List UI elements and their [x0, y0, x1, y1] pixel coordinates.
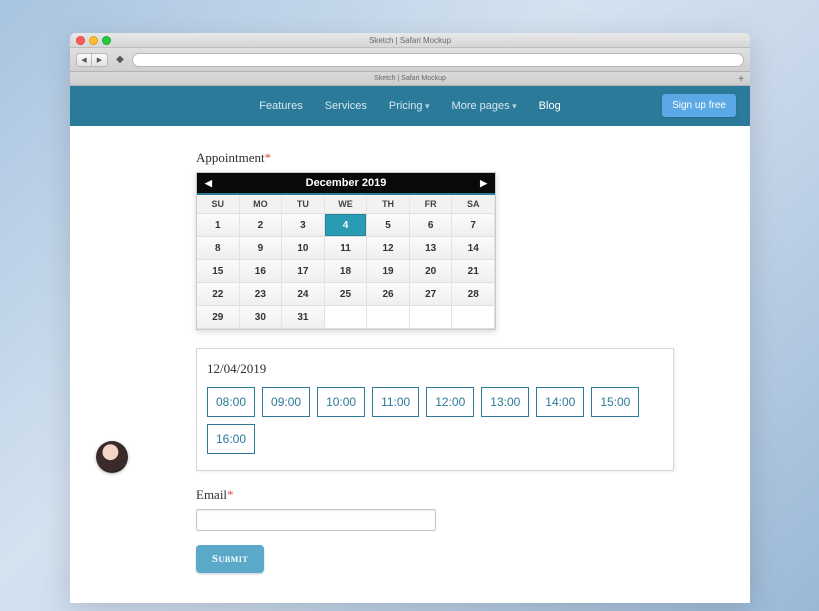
close-icon[interactable]: [76, 36, 85, 45]
selected-date-label: 12/04/2019: [207, 361, 663, 377]
window-titlebar: Sketch | Safari Mockup: [70, 33, 750, 48]
calendar-day[interactable]: 30: [240, 306, 283, 329]
calendar-dow: WE: [325, 195, 368, 214]
calendar-day[interactable]: 23: [240, 283, 283, 306]
traffic-lights: [76, 36, 111, 45]
calendar-day[interactable]: 1: [197, 214, 240, 237]
nav-services[interactable]: Services: [325, 100, 367, 112]
appointment-label-text: Appointment: [196, 150, 265, 165]
timeslot-button[interactable]: 15:00: [591, 387, 639, 417]
nav-more-pages[interactable]: More pages: [452, 100, 517, 112]
calendar-cell-empty: [325, 306, 368, 329]
timeslot-panel: 12/04/2019 08:0009:0010:0011:0012:0013:0…: [196, 348, 674, 471]
calendar-day[interactable]: 15: [197, 260, 240, 283]
nav-pricing[interactable]: Pricing: [389, 100, 430, 112]
calendar-dow: SU: [197, 195, 240, 214]
timeslot-button[interactable]: 14:00: [536, 387, 584, 417]
calendar-day[interactable]: 29: [197, 306, 240, 329]
calendar-cell-empty: [410, 306, 453, 329]
calendar: ◀ December 2019 ▶ SUMOTUWETHFRSA12345678…: [196, 172, 496, 330]
site-header: Features Services Pricing More pages Blo…: [70, 86, 750, 126]
timeslot-button[interactable]: 10:00: [317, 387, 365, 417]
required-mark: *: [227, 487, 234, 502]
calendar-day[interactable]: 6: [410, 214, 453, 237]
calendar-day[interactable]: 10: [282, 237, 325, 260]
new-tab-button[interactable]: +: [738, 73, 744, 87]
calendar-day[interactable]: 27: [410, 283, 453, 306]
browser-window: Sketch | Safari Mockup ◀ ▶ ◆ Sketch | Sa…: [70, 33, 750, 603]
calendar-cell-empty: [367, 306, 410, 329]
timeslot-button[interactable]: 09:00: [262, 387, 310, 417]
avatar: [96, 441, 128, 473]
calendar-day[interactable]: 22: [197, 283, 240, 306]
calendar-day[interactable]: 9: [240, 237, 283, 260]
timeslot-list: 08:0009:0010:0011:0012:0013:0014:0015:00…: [207, 387, 663, 454]
calendar-day[interactable]: 13: [410, 237, 453, 260]
email-field[interactable]: [196, 509, 436, 531]
calendar-day[interactable]: 18: [325, 260, 368, 283]
calendar-day[interactable]: 7: [452, 214, 495, 237]
calendar-dow: SA: [452, 195, 495, 214]
calendar-grid: SUMOTUWETHFRSA12345678910111213141516171…: [197, 195, 495, 329]
appointment-label: Appointment*: [196, 150, 750, 166]
calendar-day[interactable]: 28: [452, 283, 495, 306]
submit-button[interactable]: Submit: [196, 545, 264, 573]
back-button[interactable]: ◀: [76, 53, 92, 67]
signup-button[interactable]: Sign up free: [662, 94, 736, 117]
form-area: Appointment* ◀ December 2019 ▶ SUMOTUWET…: [70, 126, 750, 603]
calendar-month-label: December 2019: [306, 177, 387, 189]
nav-blog[interactable]: Blog: [539, 100, 561, 112]
calendar-day[interactable]: 19: [367, 260, 410, 283]
calendar-day[interactable]: 25: [325, 283, 368, 306]
timeslot-button[interactable]: 11:00: [372, 387, 419, 417]
calendar-day[interactable]: 14: [452, 237, 495, 260]
nav-buttons: ◀ ▶: [76, 53, 108, 67]
email-label: Email*: [196, 487, 750, 503]
timeslot-button[interactable]: 12:00: [426, 387, 474, 417]
email-label-text: Email: [196, 487, 227, 502]
main-nav: Features Services Pricing More pages Blo…: [259, 100, 560, 112]
tab-title[interactable]: Sketch | Safari Mockup: [374, 75, 446, 82]
calendar-dow: TH: [367, 195, 410, 214]
calendar-day[interactable]: 11: [325, 237, 368, 260]
window-title: Sketch | Safari Mockup: [369, 36, 451, 45]
timeslot-button[interactable]: 13:00: [481, 387, 529, 417]
zoom-icon[interactable]: [102, 36, 111, 45]
calendar-day[interactable]: 3: [282, 214, 325, 237]
bookmarks-icon[interactable]: ◆: [114, 54, 126, 65]
timeslot-button[interactable]: 16:00: [207, 424, 255, 454]
calendar-header: ◀ December 2019 ▶: [197, 173, 495, 195]
calendar-dow: FR: [410, 195, 453, 214]
calendar-day[interactable]: 21: [452, 260, 495, 283]
calendar-day[interactable]: 12: [367, 237, 410, 260]
calendar-next-button[interactable]: ▶: [480, 178, 487, 189]
calendar-day[interactable]: 8: [197, 237, 240, 260]
calendar-day[interactable]: 2: [240, 214, 283, 237]
calendar-prev-button[interactable]: ◀: [205, 178, 212, 189]
forward-button[interactable]: ▶: [92, 53, 108, 67]
url-bar[interactable]: [132, 53, 744, 67]
required-mark: *: [265, 150, 272, 165]
calendar-day[interactable]: 16: [240, 260, 283, 283]
page-content: Features Services Pricing More pages Blo…: [70, 86, 750, 603]
calendar-day[interactable]: 31: [282, 306, 325, 329]
email-group: Email*: [196, 487, 750, 531]
calendar-dow: MO: [240, 195, 283, 214]
calendar-day[interactable]: 24: [282, 283, 325, 306]
calendar-cell-empty: [452, 306, 495, 329]
calendar-day[interactable]: 4: [325, 214, 368, 237]
calendar-day[interactable]: 5: [367, 214, 410, 237]
calendar-dow: TU: [282, 195, 325, 214]
browser-toolbar: ◀ ▶ ◆: [70, 48, 750, 72]
tab-bar: Sketch | Safari Mockup +: [70, 72, 750, 86]
calendar-day[interactable]: 17: [282, 260, 325, 283]
nav-features[interactable]: Features: [259, 100, 302, 112]
minimize-icon[interactable]: [89, 36, 98, 45]
calendar-day[interactable]: 20: [410, 260, 453, 283]
timeslot-button[interactable]: 08:00: [207, 387, 255, 417]
calendar-day[interactable]: 26: [367, 283, 410, 306]
